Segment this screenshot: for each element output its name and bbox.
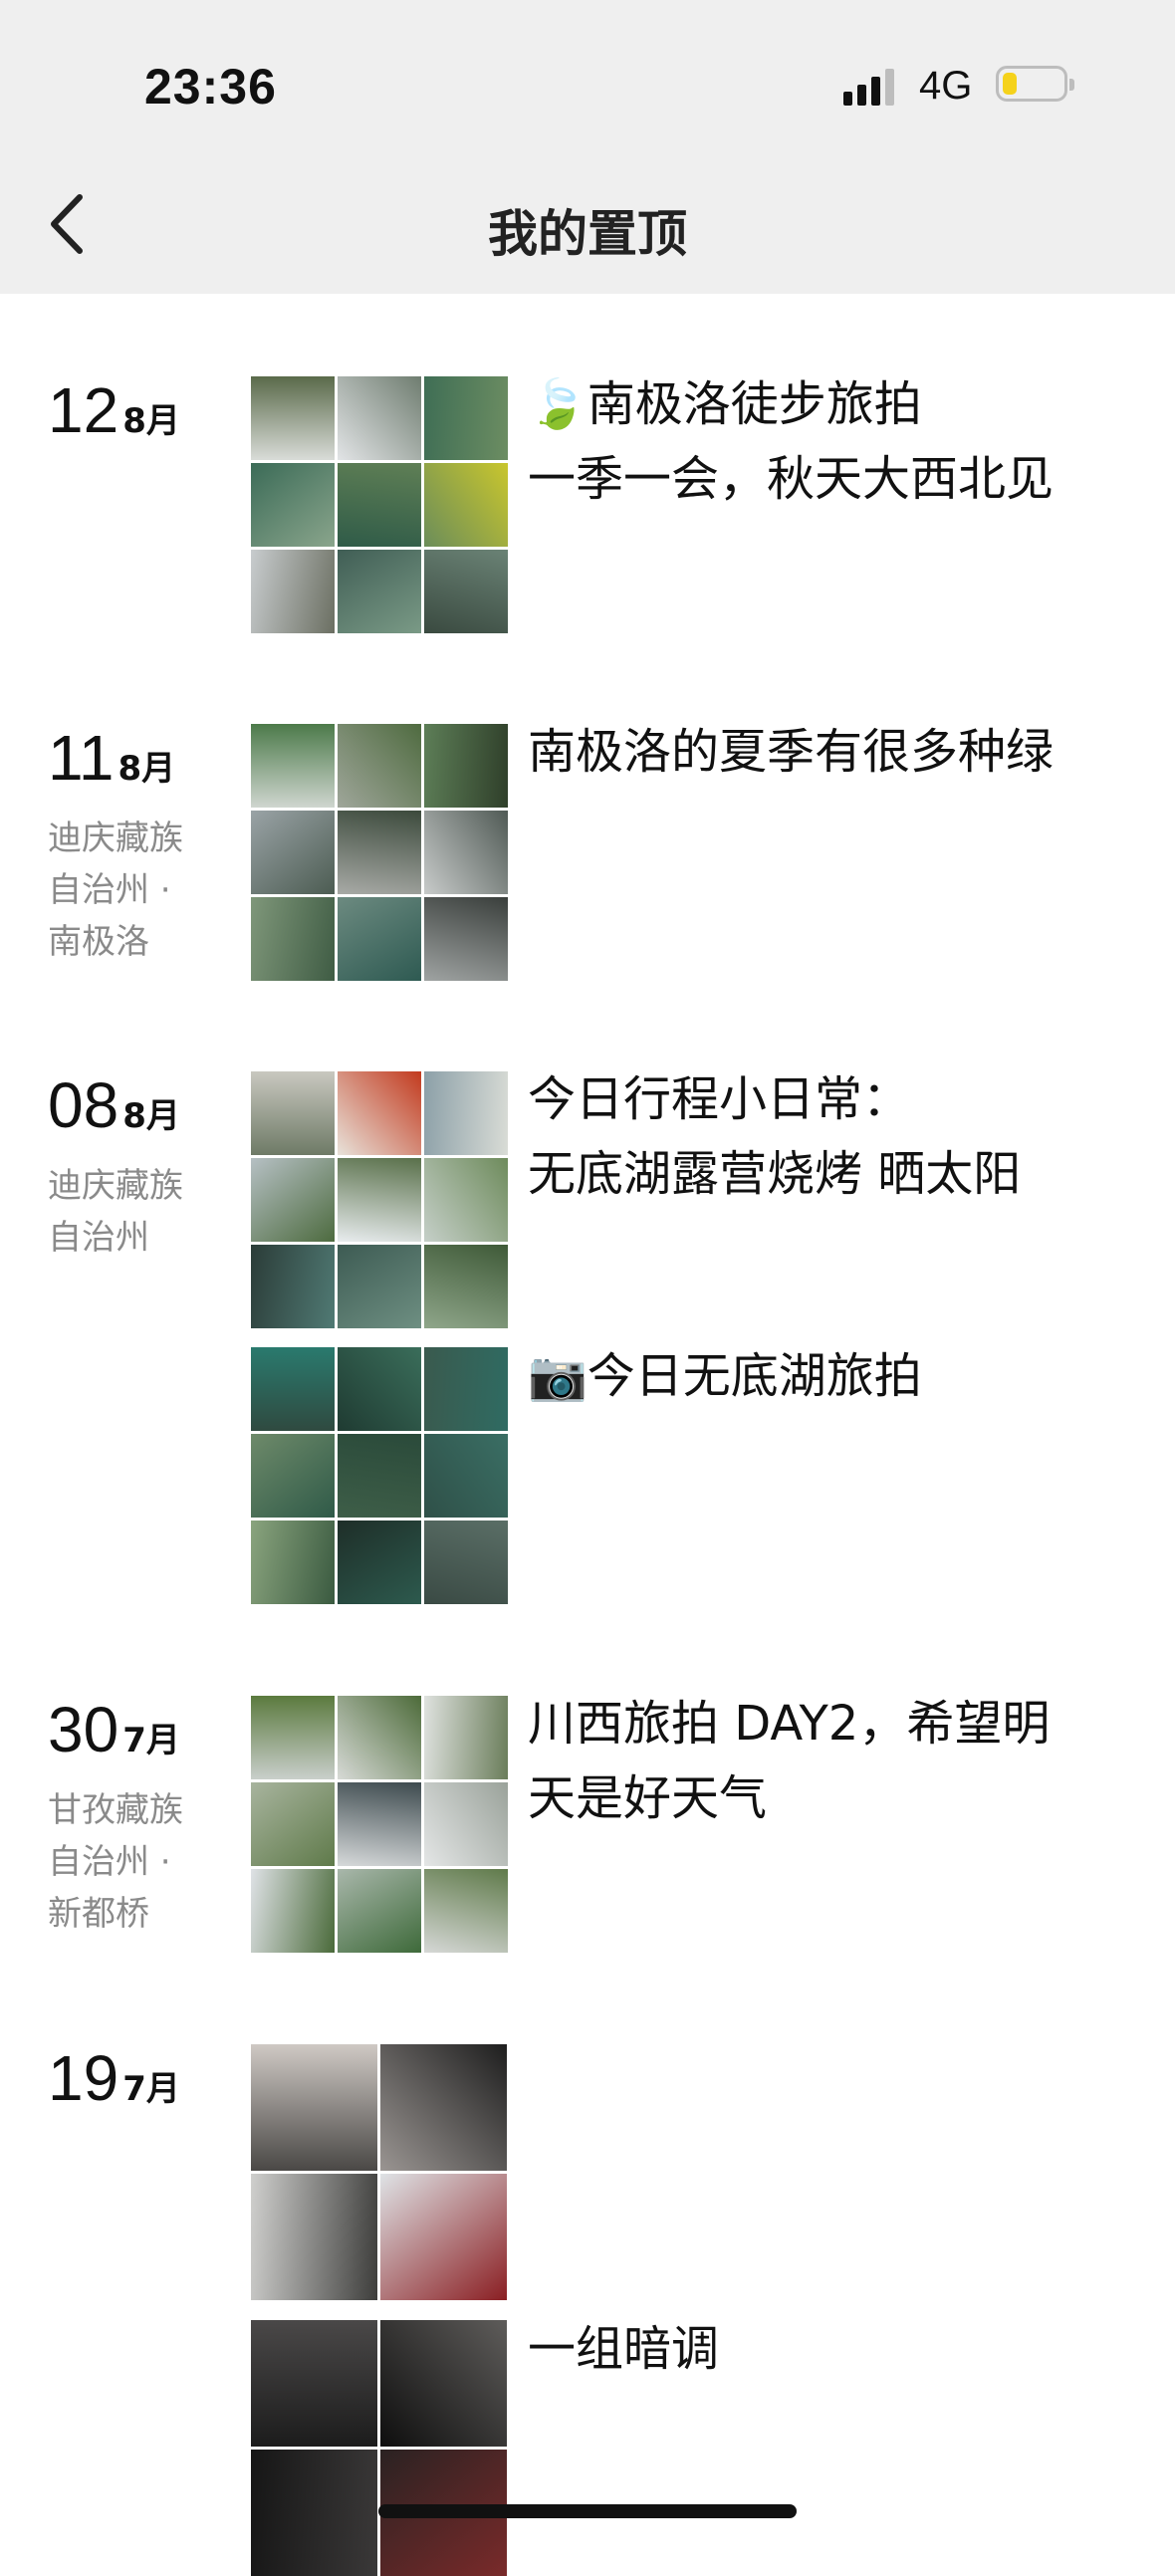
post-date: 30 7月 — [48, 1693, 180, 1766]
post-date: 08 8月 — [48, 1068, 180, 1142]
photo-thumbnail[interactable] — [424, 1782, 508, 1866]
photo-thumbnail[interactable] — [251, 724, 335, 808]
post-date: 11 8月 — [48, 721, 175, 795]
post-caption[interactable]: 今日行程小日常： 无底湖露营烧烤 晒太阳 — [528, 1062, 1095, 1212]
photo-thumbnail[interactable] — [251, 1869, 335, 1953]
photo-thumbnail[interactable] — [424, 1434, 508, 1518]
photo-grid[interactable] — [251, 376, 508, 633]
photo-thumbnail[interactable] — [251, 1071, 335, 1155]
photo-grid[interactable] — [251, 2320, 507, 2576]
photo-thumbnail[interactable] — [251, 2320, 377, 2447]
date-month: 7月 — [122, 1721, 180, 1760]
date-month: 7月 — [122, 2069, 180, 2109]
cellular-signal-icon — [843, 68, 903, 106]
top-bar: 23:36 4G 我的置顶 — [0, 0, 1175, 294]
photo-thumbnail[interactable] — [251, 2450, 377, 2576]
photo-thumbnail[interactable] — [380, 2044, 507, 2171]
post-date: 12 8月 — [48, 373, 180, 447]
date-day: 11 — [48, 722, 115, 794]
photo-thumbnail[interactable] — [338, 1071, 421, 1155]
photo-grid[interactable] — [251, 1347, 508, 1604]
photo-thumbnail[interactable] — [338, 897, 421, 981]
photo-thumbnail[interactable] — [251, 550, 335, 633]
photo-grid[interactable] — [251, 2044, 507, 2300]
photo-thumbnail[interactable] — [338, 1696, 421, 1779]
photo-thumbnail[interactable] — [338, 376, 421, 460]
photo-thumbnail[interactable] — [251, 897, 335, 981]
photo-thumbnail[interactable] — [424, 897, 508, 981]
date-month: 8月 — [122, 401, 180, 441]
photo-thumbnail[interactable] — [424, 1347, 508, 1431]
photo-thumbnail[interactable] — [251, 811, 335, 894]
photo-thumbnail[interactable] — [338, 1521, 421, 1604]
photo-thumbnail[interactable] — [251, 1347, 335, 1431]
photo-thumbnail[interactable] — [338, 1158, 421, 1242]
photo-thumbnail[interactable] — [338, 811, 421, 894]
photo-thumbnail[interactable] — [338, 1347, 421, 1431]
photo-thumbnail[interactable] — [338, 463, 421, 547]
photo-thumbnail[interactable] — [251, 2174, 377, 2300]
status-time: 23:36 — [144, 59, 277, 115]
date-day: 30 — [48, 1694, 119, 1765]
photo-thumbnail[interactable] — [251, 1434, 335, 1518]
photo-thumbnail[interactable] — [251, 2044, 377, 2171]
photo-thumbnail[interactable] — [424, 463, 508, 547]
photo-thumbnail[interactable] — [424, 811, 508, 894]
post-location: 甘孜藏族自治州 · 新都桥 — [48, 1790, 183, 1934]
date-day: 08 — [48, 1069, 119, 1141]
photo-thumbnail[interactable] — [338, 1782, 421, 1866]
photo-thumbnail[interactable] — [251, 1245, 335, 1328]
photo-thumbnail[interactable] — [424, 1869, 508, 1953]
date-month: 8月 — [122, 1096, 180, 1136]
photo-thumbnail[interactable] — [338, 1245, 421, 1328]
photo-thumbnail[interactable] — [251, 1158, 335, 1242]
photo-thumbnail[interactable] — [251, 376, 335, 460]
photo-thumbnail[interactable] — [251, 463, 335, 547]
date-day: 19 — [48, 2042, 119, 2114]
photo-thumbnail[interactable] — [424, 1521, 508, 1604]
network-type: 4G — [919, 64, 973, 108]
photo-thumbnail[interactable] — [424, 1071, 508, 1155]
post-date: 19 7月 — [48, 2041, 180, 2115]
battery-icon — [996, 66, 1074, 102]
post-caption[interactable]: 南极洛的夏季有很多种绿 — [528, 715, 1095, 790]
post-caption[interactable]: 🍃南极洛徒步旅拍 一季一会，秋天大西北见 — [528, 367, 1095, 517]
post-caption[interactable]: 川西旅拍 DAY2，希望明天是好天气 — [528, 1687, 1095, 1836]
home-indicator — [378, 2504, 797, 2518]
post-caption[interactable]: 📷今日无底湖旅拍 — [528, 1339, 1095, 1414]
date-day: 12 — [48, 374, 119, 446]
photo-grid[interactable] — [251, 1696, 508, 1953]
photo-thumbnail[interactable] — [424, 550, 508, 633]
post-location: 迪庆藏族自治州 — [48, 1166, 183, 1258]
photo-thumbnail[interactable] — [424, 1245, 508, 1328]
photo-thumbnail[interactable] — [338, 1869, 421, 1953]
photo-thumbnail[interactable] — [424, 1158, 508, 1242]
photo-thumbnail[interactable] — [338, 550, 421, 633]
photo-thumbnail[interactable] — [424, 1696, 508, 1779]
post-location: 迪庆藏族自治州 · 南极洛 — [48, 819, 183, 962]
post-caption[interactable]: 一组暗调 — [528, 2312, 1095, 2387]
photo-thumbnail[interactable] — [251, 1696, 335, 1779]
photo-thumbnail[interactable] — [424, 724, 508, 808]
photo-grid[interactable] — [251, 724, 508, 981]
photo-thumbnail[interactable] — [338, 1434, 421, 1518]
date-month: 8月 — [118, 749, 176, 789]
photo-grid[interactable] — [251, 1071, 508, 1328]
photo-thumbnail[interactable] — [424, 376, 508, 460]
photo-thumbnail[interactable] — [251, 1782, 335, 1866]
photo-thumbnail[interactable] — [380, 2320, 507, 2447]
photo-thumbnail[interactable] — [338, 724, 421, 808]
photo-thumbnail[interactable] — [380, 2174, 507, 2300]
photo-thumbnail[interactable] — [251, 1521, 335, 1604]
page-title: 我的置顶 — [488, 205, 687, 263]
